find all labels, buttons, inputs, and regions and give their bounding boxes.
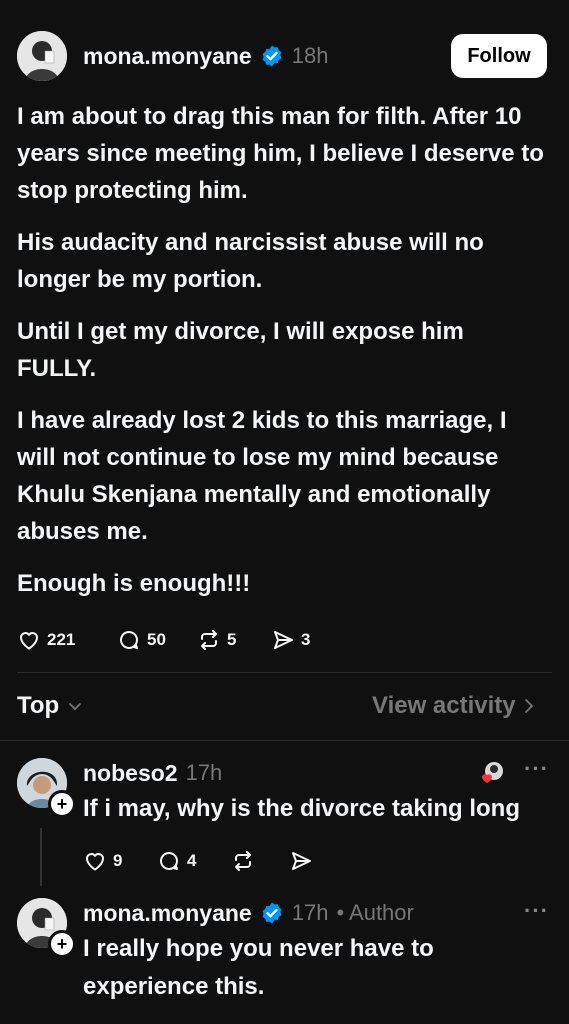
post-paragraph: I have already lost 2 kids to this marri… xyxy=(17,407,507,545)
repost-icon xyxy=(201,630,217,650)
follow-plus-badge[interactable]: + xyxy=(48,930,76,958)
repost-count: 5 xyxy=(227,630,237,649)
repost-icon xyxy=(235,851,251,871)
post-paragraph: I am about to drag this man for filth. A… xyxy=(17,103,544,204)
liked-by-author-avatar xyxy=(481,761,505,785)
plus-icon: + xyxy=(56,934,68,954)
avatar-image xyxy=(482,762,503,783)
view-activity-label: View activity xyxy=(372,692,516,719)
share-button[interactable]: 3 xyxy=(271,628,310,652)
post-paragraph: Until I get my divorce, I will expose hi… xyxy=(17,318,464,382)
comment-icon xyxy=(120,630,139,649)
reply-username[interactable]: nobeso2 xyxy=(83,760,178,787)
sort-label: Top xyxy=(17,692,60,719)
view-activity-link[interactable]: View activity xyxy=(372,690,536,722)
chevron-down-icon xyxy=(69,703,82,711)
repost-button[interactable]: 5 xyxy=(197,628,271,652)
more-icon[interactable]: ··· xyxy=(524,898,549,924)
post-username[interactable]: mona.monyane xyxy=(83,43,252,70)
share-icon xyxy=(274,631,293,649)
verified-icon xyxy=(262,902,282,924)
post-body: I am about to drag this man for filth. A… xyxy=(17,98,547,617)
author-tag: • Author xyxy=(336,900,414,925)
follow-button[interactable]: Follow xyxy=(451,34,547,78)
reply-text: If i may, why is the divorce taking long xyxy=(83,795,520,822)
reply-time: 17h xyxy=(185,760,223,785)
post-time: 18h xyxy=(291,43,329,68)
post-paragraph: His audacity and narcissist abuse will n… xyxy=(17,229,484,293)
reply-time: 17h xyxy=(291,900,329,925)
like-count: 9 xyxy=(113,851,123,870)
post-avatar[interactable] xyxy=(17,31,67,81)
verified-icon xyxy=(262,45,282,67)
post-paragraph: Enough is enough!!! xyxy=(17,570,251,597)
thread-line xyxy=(40,828,42,886)
like-button[interactable]: 9 xyxy=(83,849,157,873)
like-button[interactable]: 221 xyxy=(17,628,117,652)
reply-username[interactable]: mona.monyane xyxy=(83,900,252,927)
more-icon[interactable]: ··· xyxy=(524,756,549,782)
sort-dropdown[interactable]: Top xyxy=(17,690,83,722)
comment-count: 50 xyxy=(147,630,166,649)
divider xyxy=(0,740,569,741)
share-count: 3 xyxy=(301,630,311,649)
follow-plus-badge[interactable]: + xyxy=(48,790,76,818)
avatar-image xyxy=(17,31,67,81)
repost-button[interactable] xyxy=(231,849,289,873)
comment-count: 4 xyxy=(187,851,197,870)
share-button[interactable] xyxy=(289,849,313,873)
like-count: 221 xyxy=(47,630,76,649)
share-icon xyxy=(292,852,311,870)
comment-icon xyxy=(160,851,179,870)
comment-button[interactable]: 4 xyxy=(157,849,231,873)
chevron-right-icon xyxy=(524,699,533,713)
heart-icon xyxy=(19,632,39,650)
plus-icon: + xyxy=(56,794,68,814)
reply-text: I really hope you never have to experien… xyxy=(83,935,434,1000)
comment-button[interactable]: 50 xyxy=(117,628,197,652)
heart-icon xyxy=(85,853,105,871)
divider xyxy=(17,672,552,673)
